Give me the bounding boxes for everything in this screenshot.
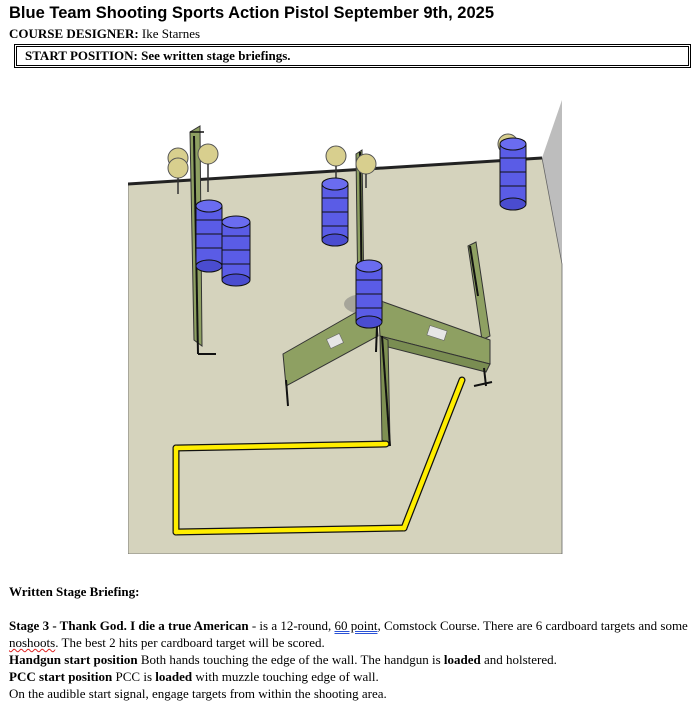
barrel-stack-center: [321, 177, 349, 247]
pcc-label: PCC start position: [9, 669, 113, 684]
pcc-start: PCC start position PCC is loaded with mu…: [9, 668, 689, 685]
points-value: 60 point: [334, 618, 378, 633]
handgun-text-2: and holstered.: [480, 652, 557, 667]
start-position-box: START POSITION: See written stage briefi…: [14, 44, 691, 68]
noshoots-word: noshoots: [9, 635, 56, 650]
start-signal: On the audible start signal, engage targ…: [9, 686, 387, 701]
written-briefing: Written Stage Briefing: Stage 3 - Thank …: [9, 583, 689, 702]
stage-text-3: . The best 2 hits per cardboard target w…: [55, 635, 325, 650]
start-position-text: START POSITION: See written stage briefi…: [16, 46, 689, 66]
handgun-label: Handgun start position: [9, 652, 138, 667]
pcc-text-2: with muzzle touching edge of wall.: [192, 669, 379, 684]
pcc-text-1: PCC is: [112, 669, 156, 684]
designer-name: Ike Starnes: [141, 26, 201, 41]
pcc-loaded: loaded: [155, 669, 193, 684]
handgun-loaded: loaded: [443, 652, 481, 667]
handgun-text-1: Both hands touching the edge of the wall…: [137, 652, 444, 667]
stage-diagram: [128, 100, 563, 554]
barrel-stack-left-2: [221, 215, 251, 287]
stage-text-1: - is a 12-round,: [248, 618, 335, 633]
course-designer: COURSE DESIGNER: Ike Starnes: [9, 26, 200, 42]
stage-description: Stage 3 - Thank God. I die a true Americ…: [9, 617, 689, 651]
barrel-stack-left-1: [195, 199, 223, 273]
designer-label: COURSE DESIGNER:: [9, 26, 139, 41]
handgun-start: Handgun start position Both hands touchi…: [9, 651, 689, 668]
briefing-heading: Written Stage Briefing:: [9, 584, 140, 599]
stage-text-2: , Comstock Course. There are 6 cardboard…: [377, 618, 688, 633]
barrel-stack-right: [499, 137, 527, 211]
stage-label: Stage 3 - Thank God. I die a true Americ…: [9, 618, 249, 633]
page-title: Blue Team Shooting Sports Action Pistol …: [9, 4, 495, 22]
